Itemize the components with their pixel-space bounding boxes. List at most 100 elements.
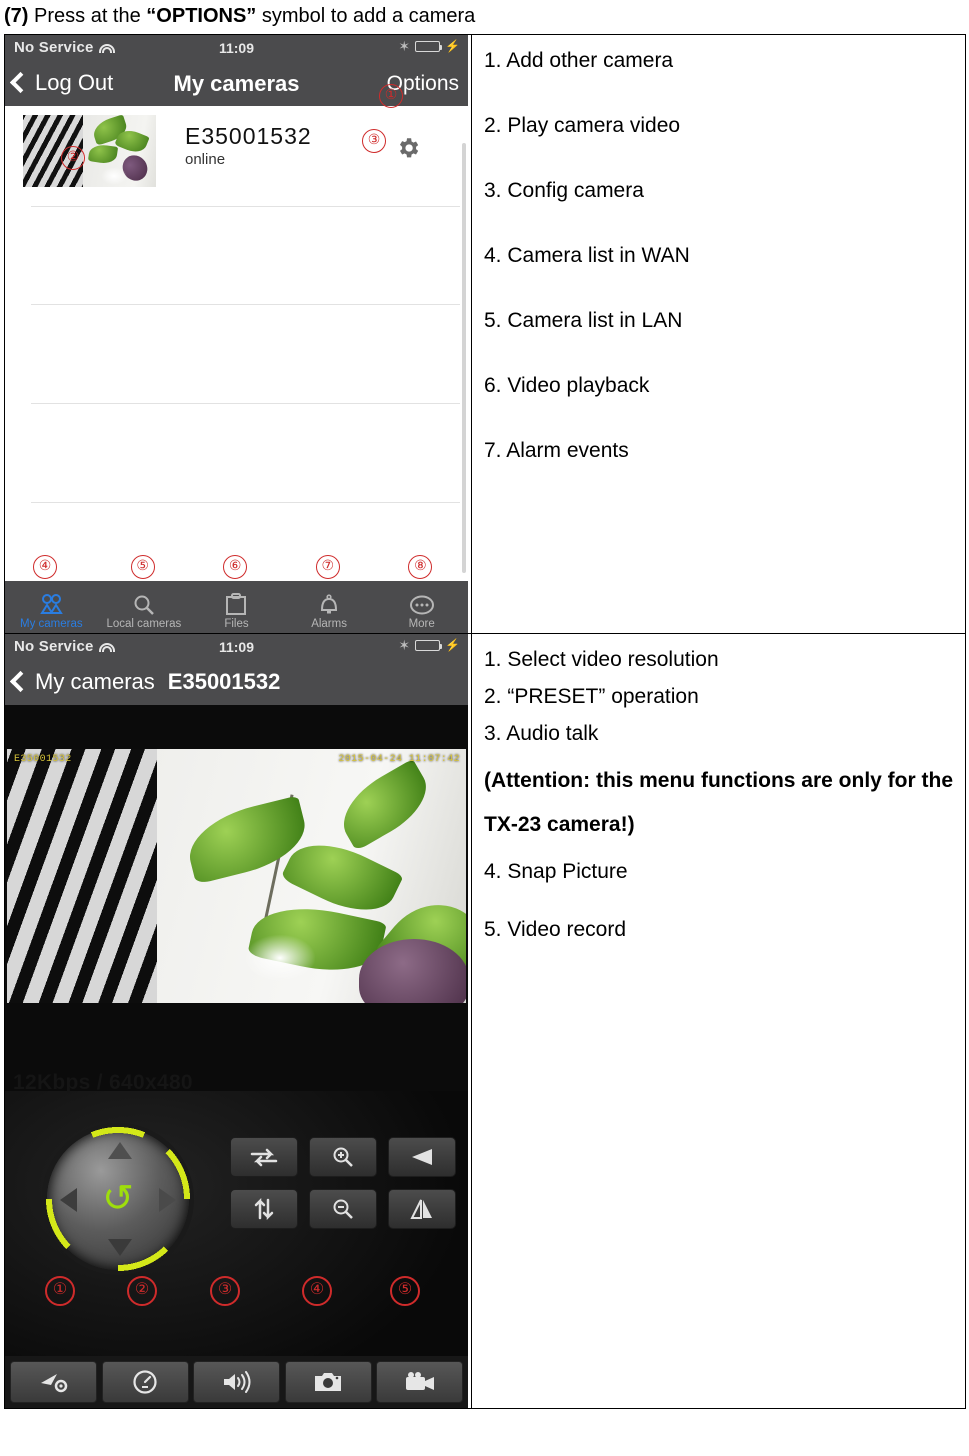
- marker-3: ③: [362, 129, 386, 153]
- bluetooth-icon: ✶: [398, 637, 411, 653]
- speaker-icon[interactable]: [193, 1361, 280, 1403]
- camera-list-item[interactable]: ② E35001532 online ③: [5, 106, 468, 198]
- marker-1: ①: [45, 1276, 75, 1306]
- ptz-joystick[interactable]: ↺: [41, 1122, 195, 1276]
- magnifier-icon: [132, 591, 156, 618]
- chevron-left-icon: [9, 670, 32, 693]
- video-area[interactable]: E35001532 2015-04-24 11:07:42 12Kbps / 6…: [5, 705, 468, 1094]
- video-record-icon[interactable]: [376, 1361, 463, 1403]
- mirror-flip-icon[interactable]: [388, 1189, 456, 1229]
- camera-snapshot-icon[interactable]: [284, 1361, 372, 1403]
- tab-bar: My cameras ④ Local cameras ⑤ Files ⑥ Ala…: [5, 555, 468, 633]
- note-item: 3. Config camera: [484, 179, 644, 202]
- camera-name: E35001532: [185, 123, 312, 149]
- zoom-in-icon[interactable]: [309, 1137, 377, 1177]
- note-item: 6. Video playback: [484, 374, 650, 397]
- note-item: 4. Snap Picture: [484, 860, 628, 883]
- note-attention: (Attention: this menu functions are only…: [484, 769, 953, 836]
- osd-camera-id: E35001532: [14, 754, 72, 765]
- marker-4: ④: [302, 1276, 332, 1306]
- note-item: 1. Select video resolution: [484, 648, 719, 671]
- note-item: 5. Video record: [484, 918, 627, 941]
- status-bar: No Service 11:09 ✶ ⚡: [5, 634, 468, 661]
- empty-list-area: [5, 206, 468, 581]
- tab-local-cameras[interactable]: Local cameras ⑤: [98, 555, 191, 633]
- marker-2: ②: [61, 146, 85, 170]
- marker-6: ⑥: [223, 555, 248, 579]
- scrollbar[interactable]: [462, 143, 466, 573]
- heading-quoted-term: “OPTIONS”: [146, 5, 257, 27]
- heading-text-after: symbol to add a camera: [256, 5, 476, 27]
- step-number: (7): [4, 5, 29, 27]
- bluetooth-icon: ✶: [398, 38, 411, 54]
- note-item: 4. Camera list in WAN: [484, 244, 690, 267]
- battery-icon: [415, 40, 443, 52]
- my-cameras-icon: [38, 591, 64, 618]
- ellipsis-icon: [409, 591, 435, 618]
- notes-cell-1: 1. Add other camera 2. Play camera video…: [471, 34, 966, 634]
- camera-status: online: [185, 151, 226, 168]
- tab-my-cameras[interactable]: My cameras ④: [5, 555, 98, 633]
- phone-screenshot-live-view: No Service 11:09 ✶ ⚡ My cameras E3500153: [5, 634, 468, 1408]
- status-bar-right: ✶ ⚡: [398, 638, 460, 652]
- tab-more[interactable]: More ⑧: [375, 555, 468, 633]
- table-row: No Service 11:09 ✶ ⚡ Log Out My cameras …: [4, 34, 966, 634]
- instruction-table: No Service 11:09 ✶ ⚡ Log Out My cameras …: [4, 34, 966, 1409]
- zoom-out-icon[interactable]: [309, 1189, 377, 1229]
- screenshot-cell-2: No Service 11:09 ✶ ⚡ My cameras E3500153: [4, 633, 472, 1409]
- arrow-down-icon[interactable]: [108, 1239, 132, 1256]
- ptz-function-grid: [230, 1137, 456, 1229]
- arrow-up-icon[interactable]: [108, 1142, 132, 1159]
- live-view-toolbar: [5, 1356, 468, 1408]
- screenshot-cell-1: No Service 11:09 ✶ ⚡ Log Out My cameras …: [4, 34, 472, 634]
- heading-text-before: Press at the: [28, 5, 147, 27]
- video-frame[interactable]: E35001532 2015-04-24 11:07:42: [7, 749, 466, 1003]
- note-item: 3. Audio talk: [484, 722, 599, 745]
- tab-label: More: [408, 618, 435, 630]
- clipboard-icon: [225, 591, 247, 618]
- status-bar-right: ✶ ⚡: [398, 39, 460, 53]
- notes-list-2: 1. Select video resolution 2. “PRESET” o…: [472, 634, 965, 952]
- notes-cell-2: 1. Select video resolution 2. “PRESET” o…: [471, 633, 966, 1409]
- gear-icon[interactable]: [395, 135, 421, 161]
- refresh-cycle-icon[interactable]: ↺: [102, 1180, 134, 1218]
- charging-bolt-icon: ⚡: [445, 638, 460, 652]
- navigation-bar: My cameras E35001532: [5, 661, 468, 705]
- iris-open-icon[interactable]: [388, 1137, 456, 1177]
- marker-5: ⑤: [130, 555, 155, 579]
- nav-title: E35001532: [167, 669, 281, 694]
- marker-5: ⑤: [390, 1276, 420, 1306]
- navigation-bar: Log Out My cameras Options ①: [5, 62, 468, 108]
- vertical-patrol-icon[interactable]: [230, 1189, 298, 1229]
- note-item: 1. Add other camera: [484, 49, 674, 72]
- camera-thumbnail[interactable]: [23, 115, 156, 187]
- marker-4: ④: [33, 555, 57, 579]
- tab-files[interactable]: Files ⑥: [190, 555, 283, 633]
- preset-dial-icon[interactable]: [101, 1361, 189, 1403]
- note-item: 2. Play camera video: [484, 114, 681, 137]
- status-bar: No Service 11:09 ✶ ⚡: [5, 35, 468, 62]
- arrow-left-icon[interactable]: [60, 1188, 77, 1212]
- horizontal-patrol-icon[interactable]: [230, 1137, 298, 1177]
- charging-bolt-icon: ⚡: [445, 39, 460, 53]
- resolution-settings-icon[interactable]: [10, 1361, 97, 1403]
- marker-7: ⑦: [315, 555, 340, 579]
- back-label: My cameras: [35, 669, 155, 694]
- osd-timestamp: 2015-04-24 11:07:42: [338, 754, 460, 765]
- marker-2: ②: [127, 1276, 157, 1306]
- back-to-my-cameras-button[interactable]: My cameras E35001532: [9, 669, 281, 695]
- tab-label: Local cameras: [106, 618, 182, 630]
- marker-1: ①: [379, 84, 403, 108]
- table-row: No Service 11:09 ✶ ⚡ My cameras E3500153: [4, 633, 966, 1409]
- bell-icon: [318, 591, 340, 618]
- note-item: 5. Camera list in LAN: [484, 309, 683, 332]
- tab-label: Alarms: [311, 618, 347, 630]
- tab-label: My cameras: [19, 618, 83, 630]
- ptz-control-zone: ↺ ① ② ③ ④ ⑤: [5, 1091, 468, 1408]
- phone-screenshot-my-cameras: No Service 11:09 ✶ ⚡ Log Out My cameras …: [5, 35, 468, 633]
- arrow-right-icon[interactable]: [159, 1188, 176, 1212]
- note-item: 7. Alarm events: [484, 439, 629, 462]
- tab-alarms[interactable]: Alarms ⑦: [283, 555, 376, 633]
- notes-list-1: 1. Add other camera 2. Play camera video…: [472, 35, 965, 473]
- marker-3: ③: [210, 1276, 240, 1306]
